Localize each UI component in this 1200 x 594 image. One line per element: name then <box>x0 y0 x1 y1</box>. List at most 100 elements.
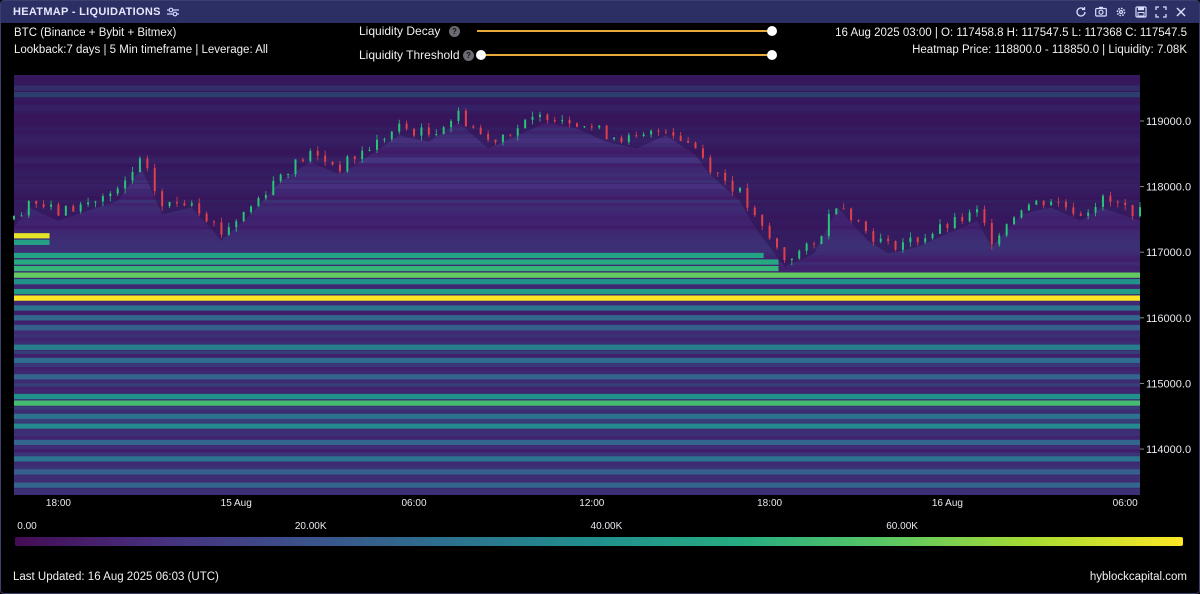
candle-body <box>842 208 845 210</box>
candle-body <box>650 130 653 135</box>
candle-body <box>213 221 216 223</box>
x-tick-label: 16 Aug <box>932 498 963 509</box>
colorbar-tick-label: 40.00K <box>590 521 623 532</box>
heatmap-row <box>14 337 1140 341</box>
candle-body <box>398 123 401 132</box>
candle-body <box>561 120 564 122</box>
candle-body <box>805 243 808 251</box>
candle-body <box>198 203 201 214</box>
candle-body <box>664 131 667 133</box>
candle-body <box>1050 201 1053 206</box>
liquidity-band <box>14 279 1140 285</box>
last-updated: Last Updated: 16 Aug 2025 06:03 (UTC) <box>13 571 219 583</box>
candle-body <box>87 202 90 205</box>
colorbar-tick-label: 20.00K <box>294 521 327 532</box>
candle-body <box>220 222 223 235</box>
candle-body <box>576 123 578 127</box>
candle-body <box>116 188 119 194</box>
candle-body <box>761 215 764 226</box>
candle-body <box>257 197 260 207</box>
liquidity-band <box>14 252 764 259</box>
candle-body <box>413 128 416 136</box>
liquidity-band <box>14 413 1140 419</box>
candle-body <box>1124 202 1127 206</box>
candle-body <box>301 159 304 162</box>
candle-body <box>331 161 334 165</box>
candle-body <box>227 227 230 235</box>
heatmap-row <box>14 350 1140 354</box>
candle-body <box>968 212 971 222</box>
candle-body <box>435 134 438 136</box>
candle-body <box>64 205 67 216</box>
brand-link[interactable]: hyblockcapital.com <box>1090 571 1187 583</box>
y-tick-label: 118000.0 <box>1146 182 1191 194</box>
heatmap-row <box>14 285 1140 289</box>
liquidity-band <box>14 259 779 265</box>
candle-body <box>272 181 275 196</box>
liquidity-band <box>14 344 1140 350</box>
candle-body <box>479 127 482 134</box>
candle-body <box>1079 213 1082 216</box>
x-tick-label: 18:00 <box>757 498 782 509</box>
liquidity-band <box>14 374 1140 380</box>
candle-body <box>820 236 823 245</box>
candle-body <box>538 114 541 117</box>
candle-body <box>857 220 860 222</box>
candle-body <box>509 134 512 136</box>
candle-body <box>583 126 586 128</box>
candle-body <box>1042 200 1045 206</box>
candle-body <box>168 201 171 207</box>
candle-body <box>1020 210 1023 218</box>
candle-body <box>361 150 364 160</box>
candle-body <box>1035 200 1038 205</box>
candle-body <box>72 205 75 212</box>
heatmap-window: HEATMAP - LIQUIDATIONS BTC (Binance + By… <box>0 0 1200 594</box>
colorbar-tick-label: 0.00 <box>17 521 37 532</box>
heatmap-row <box>14 449 1140 453</box>
candle-body <box>42 203 45 207</box>
candle-body <box>464 110 467 127</box>
heatmap-row <box>14 435 1140 440</box>
liquidity-band <box>14 439 1140 446</box>
heatmap-row <box>14 239 1140 243</box>
y-tick-label: 119000.0 <box>1146 116 1191 128</box>
candle-body <box>383 139 386 141</box>
candle-body <box>375 139 378 150</box>
candle-body <box>731 180 734 192</box>
candle-body <box>324 155 327 162</box>
x-tick-label: 18:00 <box>46 498 71 509</box>
heatmap-row <box>14 429 1140 433</box>
candle-body <box>976 209 979 213</box>
candle-body <box>161 191 164 207</box>
liquidity-band <box>14 315 1140 321</box>
candle-body <box>790 258 793 261</box>
candle-body <box>546 114 549 121</box>
heatmap-row <box>14 475 1140 479</box>
candle-body <box>961 216 964 222</box>
candle-body <box>694 142 697 149</box>
candle-body <box>494 139 497 143</box>
liquidity-band <box>14 239 50 245</box>
candle-body <box>405 123 408 129</box>
heatmap-row <box>14 340 1140 345</box>
candle-body <box>1057 201 1060 203</box>
liquidity-band <box>14 288 1140 295</box>
candle-body <box>346 156 349 172</box>
candle-body <box>590 126 593 128</box>
candle-body <box>309 151 312 162</box>
candle-body <box>827 214 830 237</box>
candle-body <box>746 188 749 208</box>
heatmap-row <box>14 445 1140 450</box>
liquidity-band <box>14 469 1140 475</box>
candle-body <box>294 159 297 175</box>
heatmap-row <box>14 321 1140 325</box>
heatmap-chart[interactable]: 119000.0 118000.0 117000.0 116000.0 115000.0… <box>1 1 1199 516</box>
candle-body <box>57 204 60 216</box>
x-tick-label: 12:00 <box>579 498 604 509</box>
candle-body <box>598 125 601 128</box>
candle-body <box>901 242 904 250</box>
heatmap-row <box>14 419 1140 423</box>
candle-body <box>190 203 193 206</box>
candle-body <box>1139 207 1141 217</box>
candle-body <box>353 156 356 160</box>
